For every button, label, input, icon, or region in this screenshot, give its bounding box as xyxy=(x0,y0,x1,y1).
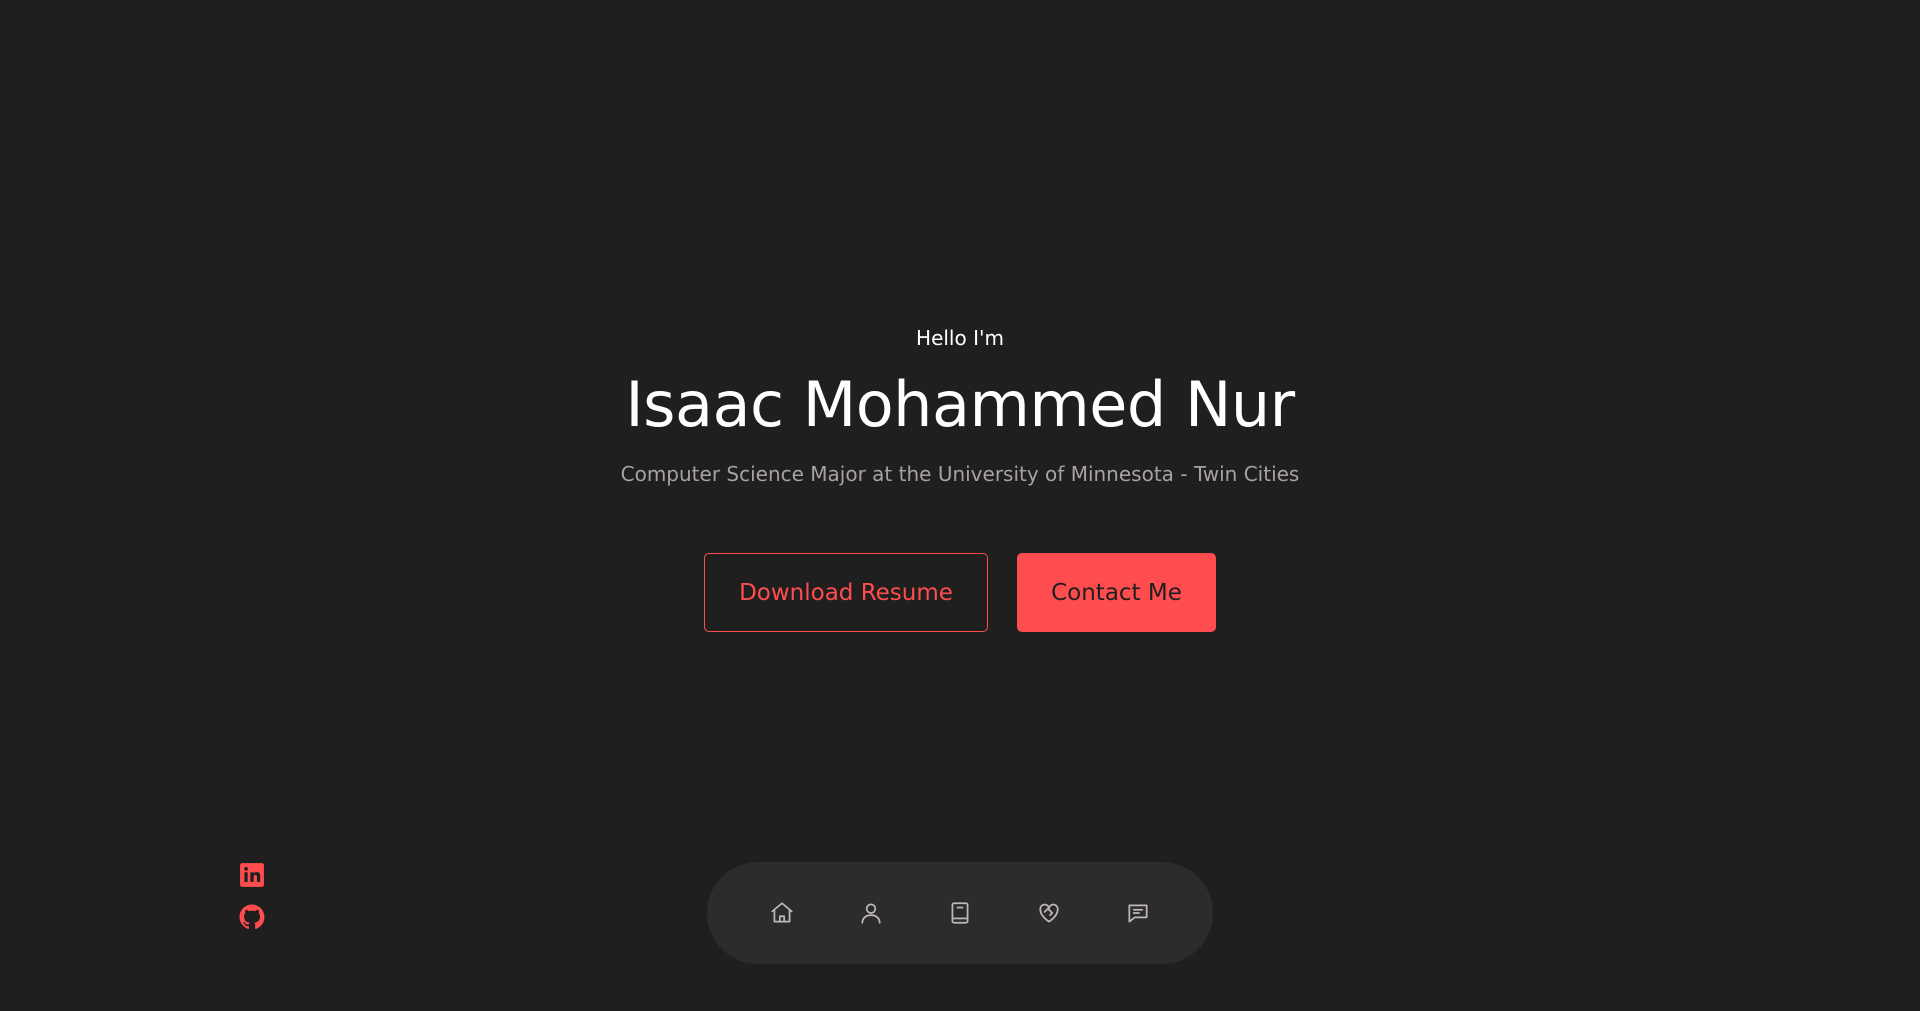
hero-buttons: Download Resume Contact Me xyxy=(704,553,1216,632)
nav-item-services[interactable] xyxy=(1031,895,1067,931)
home-icon xyxy=(771,902,793,923)
heart-handshake-icon xyxy=(1039,903,1059,923)
download-resume-button[interactable]: Download Resume xyxy=(704,553,988,632)
greeting-text: Hello I'm xyxy=(916,326,1004,350)
social-links xyxy=(239,862,265,930)
contact-me-button[interactable]: Contact Me xyxy=(1017,553,1216,632)
nav-item-experience[interactable] xyxy=(942,895,978,931)
message-icon xyxy=(1128,904,1148,923)
nav-item-home[interactable] xyxy=(764,895,800,931)
nav-item-about[interactable] xyxy=(853,895,889,931)
user-icon xyxy=(861,903,881,924)
hero-subtitle: Computer Science Major at the University… xyxy=(620,462,1300,486)
linkedin-icon[interactable] xyxy=(239,862,265,888)
hero-name: Isaac Mohammed Nur xyxy=(625,368,1295,441)
book-icon xyxy=(951,902,969,924)
portfolio-page: Hello I'm Isaac Mohammed Nur Computer Sc… xyxy=(0,0,1920,1011)
github-icon[interactable] xyxy=(239,904,265,930)
bottom-navigation xyxy=(707,862,1213,964)
nav-item-contact[interactable] xyxy=(1120,895,1156,931)
